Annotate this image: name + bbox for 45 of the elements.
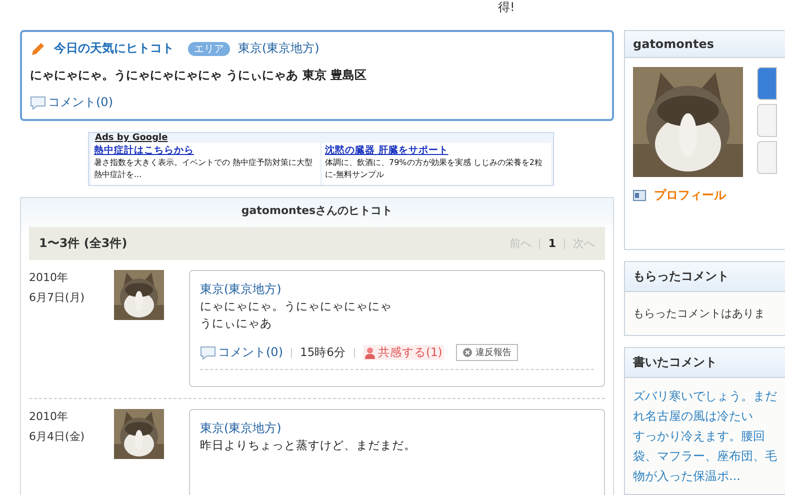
comment-text-line[interactable]: ズバリ寒いでしょう。まだ bbox=[633, 386, 785, 406]
card-title: 今日の天気にヒトコト bbox=[54, 40, 174, 57]
comment-link[interactable]: コメント(0) bbox=[48, 94, 113, 111]
panel-title: gatomontesさんのヒトコト bbox=[240, 203, 394, 219]
entry-text: にゃにゃにゃ。うにゃにゃにゃにゃ bbox=[200, 298, 393, 315]
entry-date: 6月4日(金) bbox=[29, 429, 86, 444]
speech-bubble-icon bbox=[200, 346, 216, 360]
comment-text-line[interactable]: 袋、マフラー、座布団、毛 bbox=[633, 446, 785, 466]
entry-text: 昨日よりちょっと蒸すけど、まだまだ。 bbox=[200, 437, 417, 454]
comment-text-line[interactable]: れ名古屋の風は冷たい bbox=[633, 406, 785, 426]
ad-text: 暑さ指数を大きく表示。イベントでの 熱中症予防対策に大型熱中症計を... bbox=[94, 157, 314, 181]
entry-time: 15時6分 bbox=[300, 345, 346, 360]
area-link[interactable]: 東京(東京地方) bbox=[200, 281, 594, 298]
ad-title[interactable]: 沈黙の臓器 肝臓をサポート bbox=[325, 144, 548, 157]
empathy-link[interactable]: 共感する(1) bbox=[362, 345, 444, 360]
report-button[interactable]: 違反報告 bbox=[456, 344, 518, 361]
comment-text-line[interactable]: 物が入った保温ポ... bbox=[633, 466, 785, 486]
pencil-icon bbox=[30, 40, 46, 56]
side-button[interactable] bbox=[757, 67, 777, 100]
panel-heading: 書いたコメント bbox=[625, 348, 785, 378]
entry-text: うにぃにゃあ bbox=[200, 315, 273, 332]
cut-text: 得! bbox=[498, 0, 515, 14]
comment-link[interactable]: コメント(0) bbox=[218, 344, 283, 361]
ads-header[interactable]: Ads by Google bbox=[89, 133, 553, 143]
area-link[interactable]: 東京(東京地方) bbox=[238, 40, 320, 57]
entry-year: 2010年 bbox=[29, 409, 69, 424]
ad-text: 体調に、飲酒に、79%の方が効果を実感 しじみの栄養を2粒に-無料サンプル bbox=[325, 157, 544, 181]
area-badge: エリア bbox=[188, 42, 230, 56]
panel-heading: もらったコメント bbox=[625, 262, 785, 292]
ad-title[interactable]: 熱中症計はこちらから bbox=[94, 144, 317, 157]
person-icon bbox=[364, 346, 375, 358]
speech-bubble-icon bbox=[30, 96, 46, 110]
profile-name: gatomontes bbox=[625, 31, 785, 58]
side-button[interactable] bbox=[757, 104, 777, 137]
area-link[interactable]: 東京(東京地方) bbox=[200, 420, 594, 437]
pager-link[interactable]: 1 bbox=[548, 237, 556, 250]
empty-message: もらったコメントはありま bbox=[625, 292, 785, 335]
side-button[interactable] bbox=[757, 141, 777, 174]
entry-year: 2010年 bbox=[29, 270, 69, 285]
comment-text-line[interactable]: すっかり冷えます。腰回 bbox=[633, 426, 785, 446]
close-icon bbox=[463, 348, 472, 357]
result-count: 1〜3件 (全3件) bbox=[39, 235, 128, 252]
hitokoto-text: にゃにゃにゃ。うにゃにゃにゃにゃ うにぃにゃあ 東京 豊島区 bbox=[30, 67, 368, 84]
entry-date: 6月7日(月) bbox=[29, 290, 86, 305]
id-card-icon bbox=[633, 190, 646, 201]
